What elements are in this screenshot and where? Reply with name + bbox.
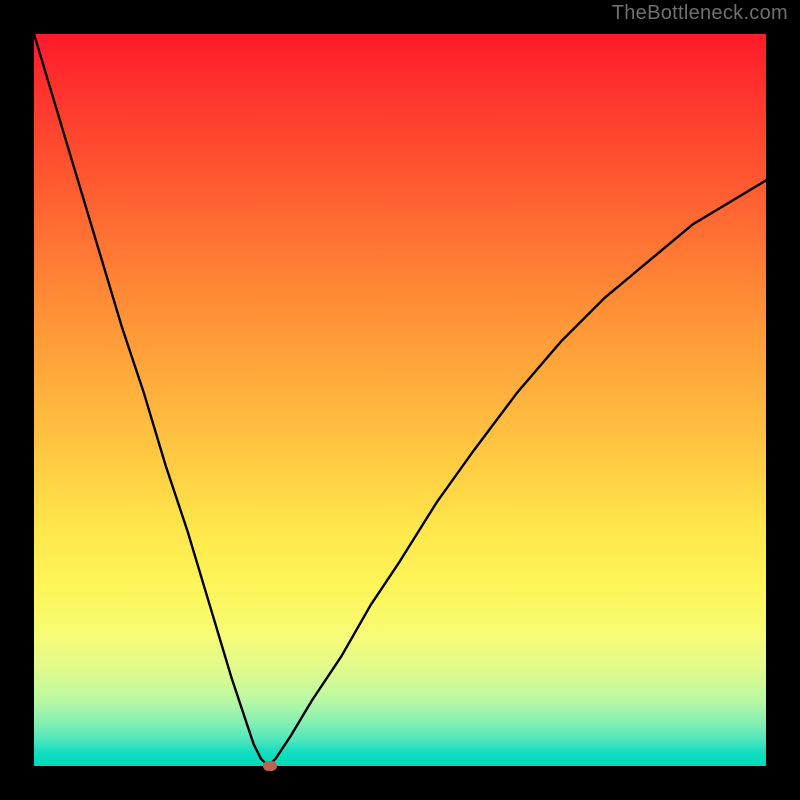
plot-area: [34, 34, 766, 766]
chart-frame: TheBottleneck.com: [0, 0, 800, 800]
bottleneck-curve: [34, 34, 766, 766]
watermark-text: TheBottleneck.com: [612, 2, 788, 25]
curve-svg: [34, 34, 766, 766]
optimum-marker: [263, 761, 277, 771]
